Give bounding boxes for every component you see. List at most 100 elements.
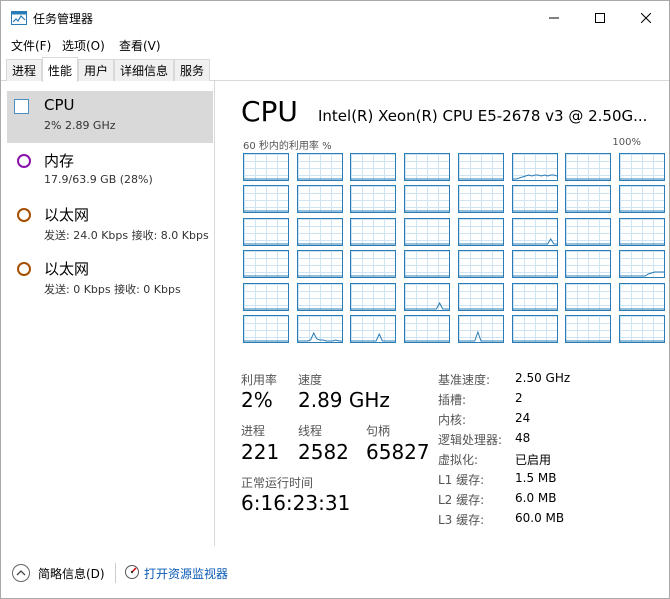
fewer-details-button[interactable]: 简略信息(D) — [38, 565, 105, 582]
resource-item-memory[interactable]: 内存 17.9/63.9 GB (28%) — [7, 145, 213, 197]
uptime-value: 6:16:23:31 — [241, 491, 351, 515]
close-button[interactable] — [623, 1, 669, 35]
logical-processor-graph — [618, 217, 665, 246]
processes-label: 进程 — [241, 424, 266, 438]
menu-options[interactable]: 选项(O) — [62, 37, 105, 54]
spec-value: 2.50 GHz — [515, 371, 571, 385]
tab-processes[interactable]: 进程 — [6, 59, 42, 81]
minimize-button[interactable] — [531, 1, 577, 35]
spec-label: 逻辑处理器: — [438, 433, 503, 447]
open-resource-monitor-link[interactable]: 打开资源监视器 — [144, 565, 228, 582]
tab-performance[interactable]: 性能 — [42, 57, 78, 82]
spec-value: 1.5 MB — [515, 471, 557, 485]
logical-processor-graph — [243, 185, 289, 214]
logical-processor-graph — [404, 217, 451, 246]
tab-strip: 进程 性能 用户 详细信息 服务 — [1, 57, 669, 82]
logical-processor-graph — [350, 185, 397, 214]
tab-users[interactable]: 用户 — [78, 59, 114, 81]
processes-value: 221 — [241, 440, 280, 464]
logical-processor-graph — [618, 185, 665, 214]
task-manager-app-icon — [11, 11, 27, 25]
footer-divider — [115, 563, 116, 583]
logical-processor-graph — [618, 282, 665, 311]
task-manager-window: 任务管理器 文件(F) 选项(O) 查看(V) 进程 性能 用户 详细信息 服务… — [0, 0, 670, 599]
logical-processor-graph — [296, 153, 343, 181]
logical-processor-graph — [618, 315, 665, 343]
resource-subtitle: 发送: 0 Kbps 接收: 0 Kbps — [44, 283, 181, 296]
logical-processor-graph — [296, 282, 343, 311]
logical-processor-graph — [457, 185, 504, 214]
logical-processor-graph — [243, 217, 289, 246]
minimize-icon — [549, 17, 559, 19]
resource-title: 以太网 — [44, 260, 90, 278]
logical-processor-graph — [243, 315, 289, 343]
resource-title: 内存 — [44, 152, 75, 170]
spec-value: 24 — [515, 411, 531, 425]
logical-processor-graph — [296, 217, 343, 246]
logical-processor-graph — [565, 153, 612, 181]
spec-value: 60.0 MB — [515, 511, 565, 525]
resource-item-ethernet-2[interactable]: 以太网 发送: 0 Kbps 接收: 0 Kbps — [7, 253, 213, 305]
tab-details[interactable]: 详细信息 — [114, 59, 174, 81]
resource-item-cpu[interactable]: CPU 2% 2.89 GHz — [7, 91, 213, 143]
ethernet-indicator-icon — [17, 208, 31, 222]
maximize-button[interactable] — [577, 1, 623, 35]
spec-label: 基准速度: — [438, 373, 491, 387]
logical-processor-graph — [350, 315, 397, 343]
menu-bar: 文件(F) 选项(O) 查看(V) — [1, 35, 669, 55]
logical-processor-graph — [243, 282, 289, 311]
logical-processor-graph — [243, 250, 289, 279]
menu-view[interactable]: 查看(V) — [119, 37, 161, 54]
logical-processor-graph — [404, 185, 451, 214]
chevron-up-icon[interactable] — [12, 564, 30, 582]
spec-label: L3 缓存: — [438, 513, 485, 527]
footer-bar: 简略信息(D) 打开资源监视器 — [1, 553, 669, 593]
graph-max-label: 100% — [612, 137, 641, 148]
logical-processor-graph — [350, 250, 397, 279]
ethernet-indicator-icon — [17, 262, 31, 276]
logical-processor-graph — [457, 315, 504, 343]
resource-item-ethernet-1[interactable]: 以太网 发送: 24.0 Kbps 接收: 8.0 Kbps — [7, 199, 213, 251]
tab-services[interactable]: 服务 — [174, 59, 210, 81]
logical-processor-graph — [404, 282, 451, 311]
uptime-label: 正常运行时间 — [241, 476, 314, 490]
maximize-icon — [595, 13, 605, 23]
logical-processor-graph — [404, 153, 451, 181]
logical-processor-graph — [511, 250, 558, 279]
logical-processor-graph — [511, 315, 558, 343]
logical-processor-graph — [243, 153, 289, 181]
logical-processor-graph — [350, 217, 397, 246]
graph-caption: 60 秒内的利用率 % — [243, 141, 332, 152]
logical-processor-graph — [296, 250, 343, 279]
logical-processor-graph — [457, 250, 504, 279]
resource-list: CPU 2% 2.89 GHz 内存 17.9/63.9 GB (28%) 以太… — [1, 81, 215, 546]
cpu-model-name: Intel(R) Xeon(R) CPU E5-2678 v3 @ 2.50G.… — [318, 107, 648, 125]
logical-processor-graph — [511, 153, 558, 181]
logical-processor-graph — [618, 153, 665, 181]
logical-processor-graph — [565, 282, 612, 311]
logical-processor-graph — [565, 217, 612, 246]
logical-processor-graph — [511, 217, 558, 246]
threads-value: 2582 — [298, 440, 349, 464]
resource-title: CPU — [44, 96, 75, 114]
logical-processor-graph — [511, 185, 558, 214]
logical-processor-graph — [457, 153, 504, 181]
memory-indicator-icon — [17, 154, 31, 168]
handles-value: 65827 — [366, 440, 430, 464]
logical-processor-graph — [565, 185, 612, 214]
spec-value: 48 — [515, 431, 531, 445]
resource-subtitle: 17.9/63.9 GB (28%) — [44, 173, 153, 186]
logical-processor-graph — [457, 282, 504, 311]
spec-label: 内核: — [438, 413, 467, 427]
cpu-detail-panel: CPU Intel(R) Xeon(R) CPU E5-2678 v3 @ 2.… — [217, 81, 669, 546]
logical-processor-graph — [296, 315, 343, 343]
logical-processor-graph — [404, 315, 451, 343]
menu-file[interactable]: 文件(F) — [11, 37, 51, 54]
logical-processor-graph — [404, 250, 451, 279]
detail-title: CPU — [241, 95, 298, 128]
logical-processor-graph — [350, 282, 397, 311]
resource-subtitle: 2% 2.89 GHz — [44, 119, 116, 132]
logical-processor-graph — [565, 315, 612, 343]
spec-value: 已启用 — [515, 453, 552, 467]
resource-monitor-icon — [125, 565, 139, 579]
